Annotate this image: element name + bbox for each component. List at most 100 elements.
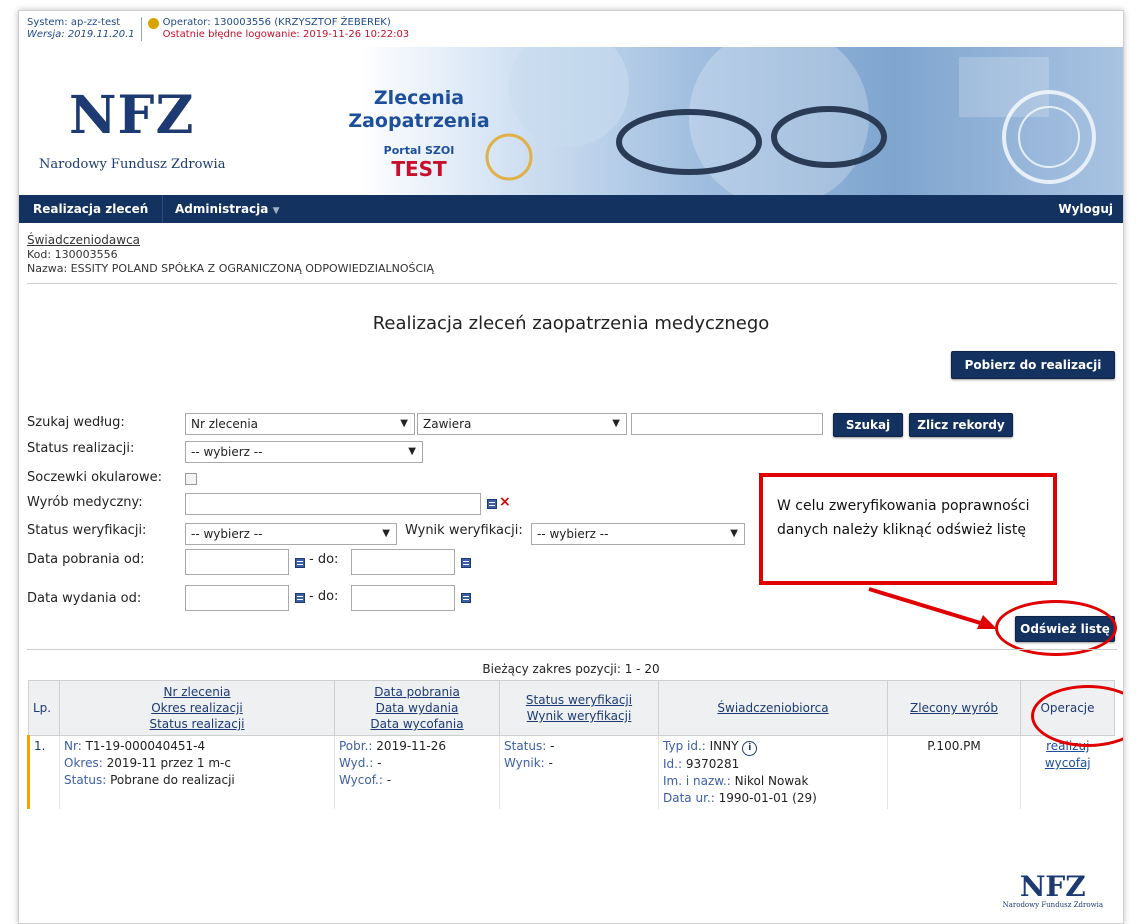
id-value: 9370281 — [685, 757, 740, 771]
pobr-label: Pobr.: — [339, 739, 373, 753]
calendar-icon[interactable] — [295, 593, 305, 603]
cell-swiadczeniobiorca: Typ id.: INNY i Id.: 9370281 Im. i nazw.… — [658, 735, 888, 809]
szukaj-field-select[interactable]: Nr zlecenia ▼ — [185, 413, 415, 435]
chevron-down-icon: ▼ — [730, 528, 738, 539]
szukaj-operator-select[interactable]: Zawiera ▼ — [417, 413, 627, 435]
col-nr: Nr zlecenia Okres realizacji Status real… — [59, 680, 335, 736]
clear-icon[interactable]: × — [499, 494, 511, 510]
szukaj-operator-value: Zawiera — [423, 417, 472, 431]
status-realizacji-select[interactable]: -- wybierz -- ▼ — [185, 441, 423, 463]
env-label: TEST — [391, 157, 447, 181]
provider-info: Świadczeniodawca Kod: 130003556 Nazwa: E… — [27, 233, 434, 276]
sort-swiadczeniobiorca[interactable]: Świadczeniobiorca — [663, 700, 883, 716]
chevron-down-icon: ▼ — [382, 528, 390, 539]
sort-okres-realizacji[interactable]: Okres realizacji — [64, 700, 330, 716]
nr-value: T1-19-000040451-4 — [85, 739, 206, 753]
wyrob-label: Wyrób medyczny: — [27, 495, 143, 510]
provider-code: Kod: 130003556 — [27, 248, 118, 261]
operator-label: Operator: 130003556 (KRZYSZTOF ŻEBEREK) — [162, 17, 391, 28]
last-failed-login: Ostatnie błędne logowanie: 2019-11-26 10… — [162, 29, 410, 40]
cell-weryfikacja: Status: - Wynik: - — [499, 735, 659, 809]
wynik-wer-value: - — [548, 756, 553, 770]
chevron-down-icon: ▼ — [408, 446, 416, 457]
data-wydania-label: Data wydania od: — [27, 591, 142, 606]
calendar-icon[interactable] — [461, 593, 471, 603]
highlight-ellipse — [995, 600, 1117, 656]
status-label: Status: — [64, 773, 107, 787]
sort-zlecony-wyrob[interactable]: Zlecony wyrób — [892, 700, 1016, 716]
szukaj-button[interactable]: Szukaj — [833, 413, 903, 437]
imie-value: Nikol Nowak — [734, 774, 809, 788]
pobr-value: 2019-11-26 — [376, 739, 447, 753]
nav-administracja[interactable]: Administracja ▼ — [175, 202, 279, 216]
wyc-value: - — [386, 773, 392, 787]
portal-label: Portal SZOI — [383, 144, 455, 157]
status-value: Pobrane do realizacji — [110, 773, 235, 787]
list-picker-icon[interactable] — [487, 499, 497, 509]
sort-nr-zlecenia[interactable]: Nr zlecenia — [64, 684, 330, 700]
sort-data-wycofania[interactable]: Data wycofania — [339, 716, 495, 732]
results-table: Lp. Nr zlecenia Okres realizacji Status … — [27, 680, 1115, 809]
col-wyrob: Zlecony wyrób — [887, 680, 1021, 736]
do-label: - do: — [309, 589, 339, 604]
wyrob-input[interactable] — [185, 493, 481, 515]
col-lp-label: Lp. — [33, 701, 52, 715]
sort-status-weryfikacji[interactable]: Status weryfikacji — [504, 692, 654, 708]
id-label: Id.: — [663, 757, 683, 771]
app-title: Zlecenia Zaopatrzenia — [339, 87, 499, 133]
calendar-icon[interactable] — [295, 558, 305, 568]
range-label: Bieżący zakres pozycji: 1 - 20 — [482, 662, 660, 676]
footer-logo-subtitle: Narodowy Fundusz Zdrowia — [1002, 901, 1103, 909]
typ-label: Typ id.: — [663, 739, 706, 753]
footer-logo: NFZ Narodowy Fundusz Zdrowia — [1002, 870, 1103, 910]
data-wydania-do-input[interactable] — [351, 585, 455, 611]
szukaj-text-input[interactable] — [631, 413, 823, 435]
soczewki-checkbox[interactable] — [185, 473, 197, 485]
data-wydania-od-input[interactable] — [185, 585, 289, 611]
col-lp: Lp. — [28, 680, 60, 736]
nfz-logo: NFZ — [69, 85, 195, 146]
data-pobrania-od-input[interactable] — [185, 549, 289, 575]
typ-value: INNY — [709, 739, 739, 753]
nav-realizacja[interactable]: Realizacja zleceń — [19, 195, 164, 223]
wycofaj-link[interactable]: wycofaj — [1045, 756, 1091, 770]
sort-data-pobrania[interactable]: Data pobrania — [339, 684, 495, 700]
zlicz-rekordy-button[interactable]: Zlicz rekordy — [909, 413, 1013, 437]
sort-wynik-weryfikacji[interactable]: Wynik weryfikacji — [504, 708, 654, 724]
pobierz-do-realizacji-button[interactable]: Pobierz do realizacji — [951, 351, 1115, 379]
nav-wyloguj[interactable]: Wyloguj — [1058, 202, 1113, 216]
calendar-icon[interactable] — [461, 558, 471, 568]
wyd-label: Wyd.: — [339, 756, 374, 770]
cell-daty: Pobr.: 2019-11-26 Wyd.: - Wycof.: - — [334, 735, 500, 809]
provider-name: Nazwa: ESSITY POLAND SPÓŁKA Z OGRANICZON… — [27, 262, 434, 275]
status-weryfikacji-select[interactable]: -- wybierz -- ▼ — [185, 523, 397, 545]
table-row: 1. Nr: T1-19-000040451-4 Okres: 2019-11 … — [27, 735, 1115, 809]
chevron-down-icon: ▼ — [272, 206, 280, 216]
info-icon[interactable]: i — [742, 741, 758, 756]
wyd-value: - — [377, 756, 382, 770]
cell-operacje: realizuj wycofaj — [1020, 735, 1115, 809]
footer-logo-text: NFZ — [1019, 870, 1086, 903]
status-weryfikacji-value: -- wybierz -- — [191, 527, 263, 541]
col-daty: Data pobrania Data wydania Data wycofani… — [334, 680, 500, 736]
sort-status-realizacji[interactable]: Status realizacji — [64, 716, 330, 732]
main-nav: Realizacja zleceń Administracja ▼ Wylogu… — [19, 195, 1123, 223]
cell-zlecenie: Nr: T1-19-000040451-4 Okres: 2019-11 prz… — [59, 735, 335, 809]
ur-value: 1990-01-01 (29) — [718, 791, 817, 805]
ur-label: Data ur.: — [663, 791, 715, 805]
cell-lp: 1. — [27, 735, 60, 809]
wynik-weryfikacji-select[interactable]: -- wybierz -- ▼ — [531, 523, 745, 545]
status-wer-label: Status: — [504, 739, 547, 753]
system-info: System: ap-zz-test Wersja: 2019.11.20.1 … — [27, 17, 409, 41]
data-pobrania-do-input[interactable] — [351, 549, 455, 575]
nfz-logo-subtitle: Narodowy Fundusz Zdrowia — [39, 157, 226, 172]
version-label: Wersja: 2019.11.20.1 — [27, 29, 135, 40]
status-realizacji-label: Status realizacji: — [27, 441, 135, 456]
provider-link[interactable]: Świadczeniodawca — [27, 233, 140, 247]
operator-icon — [147, 18, 159, 29]
page-title: Realizacja zleceń zaopatrzenia medyczneg… — [372, 313, 770, 334]
instruction-callout: W celu zweryfikowania poprawności danych… — [759, 473, 1057, 585]
app-title-line-2: Zaopatrzenia — [348, 110, 490, 132]
sort-data-wydania[interactable]: Data wydania — [339, 700, 495, 716]
wynik-weryfikacji-label: Wynik weryfikacji: — [405, 523, 523, 538]
